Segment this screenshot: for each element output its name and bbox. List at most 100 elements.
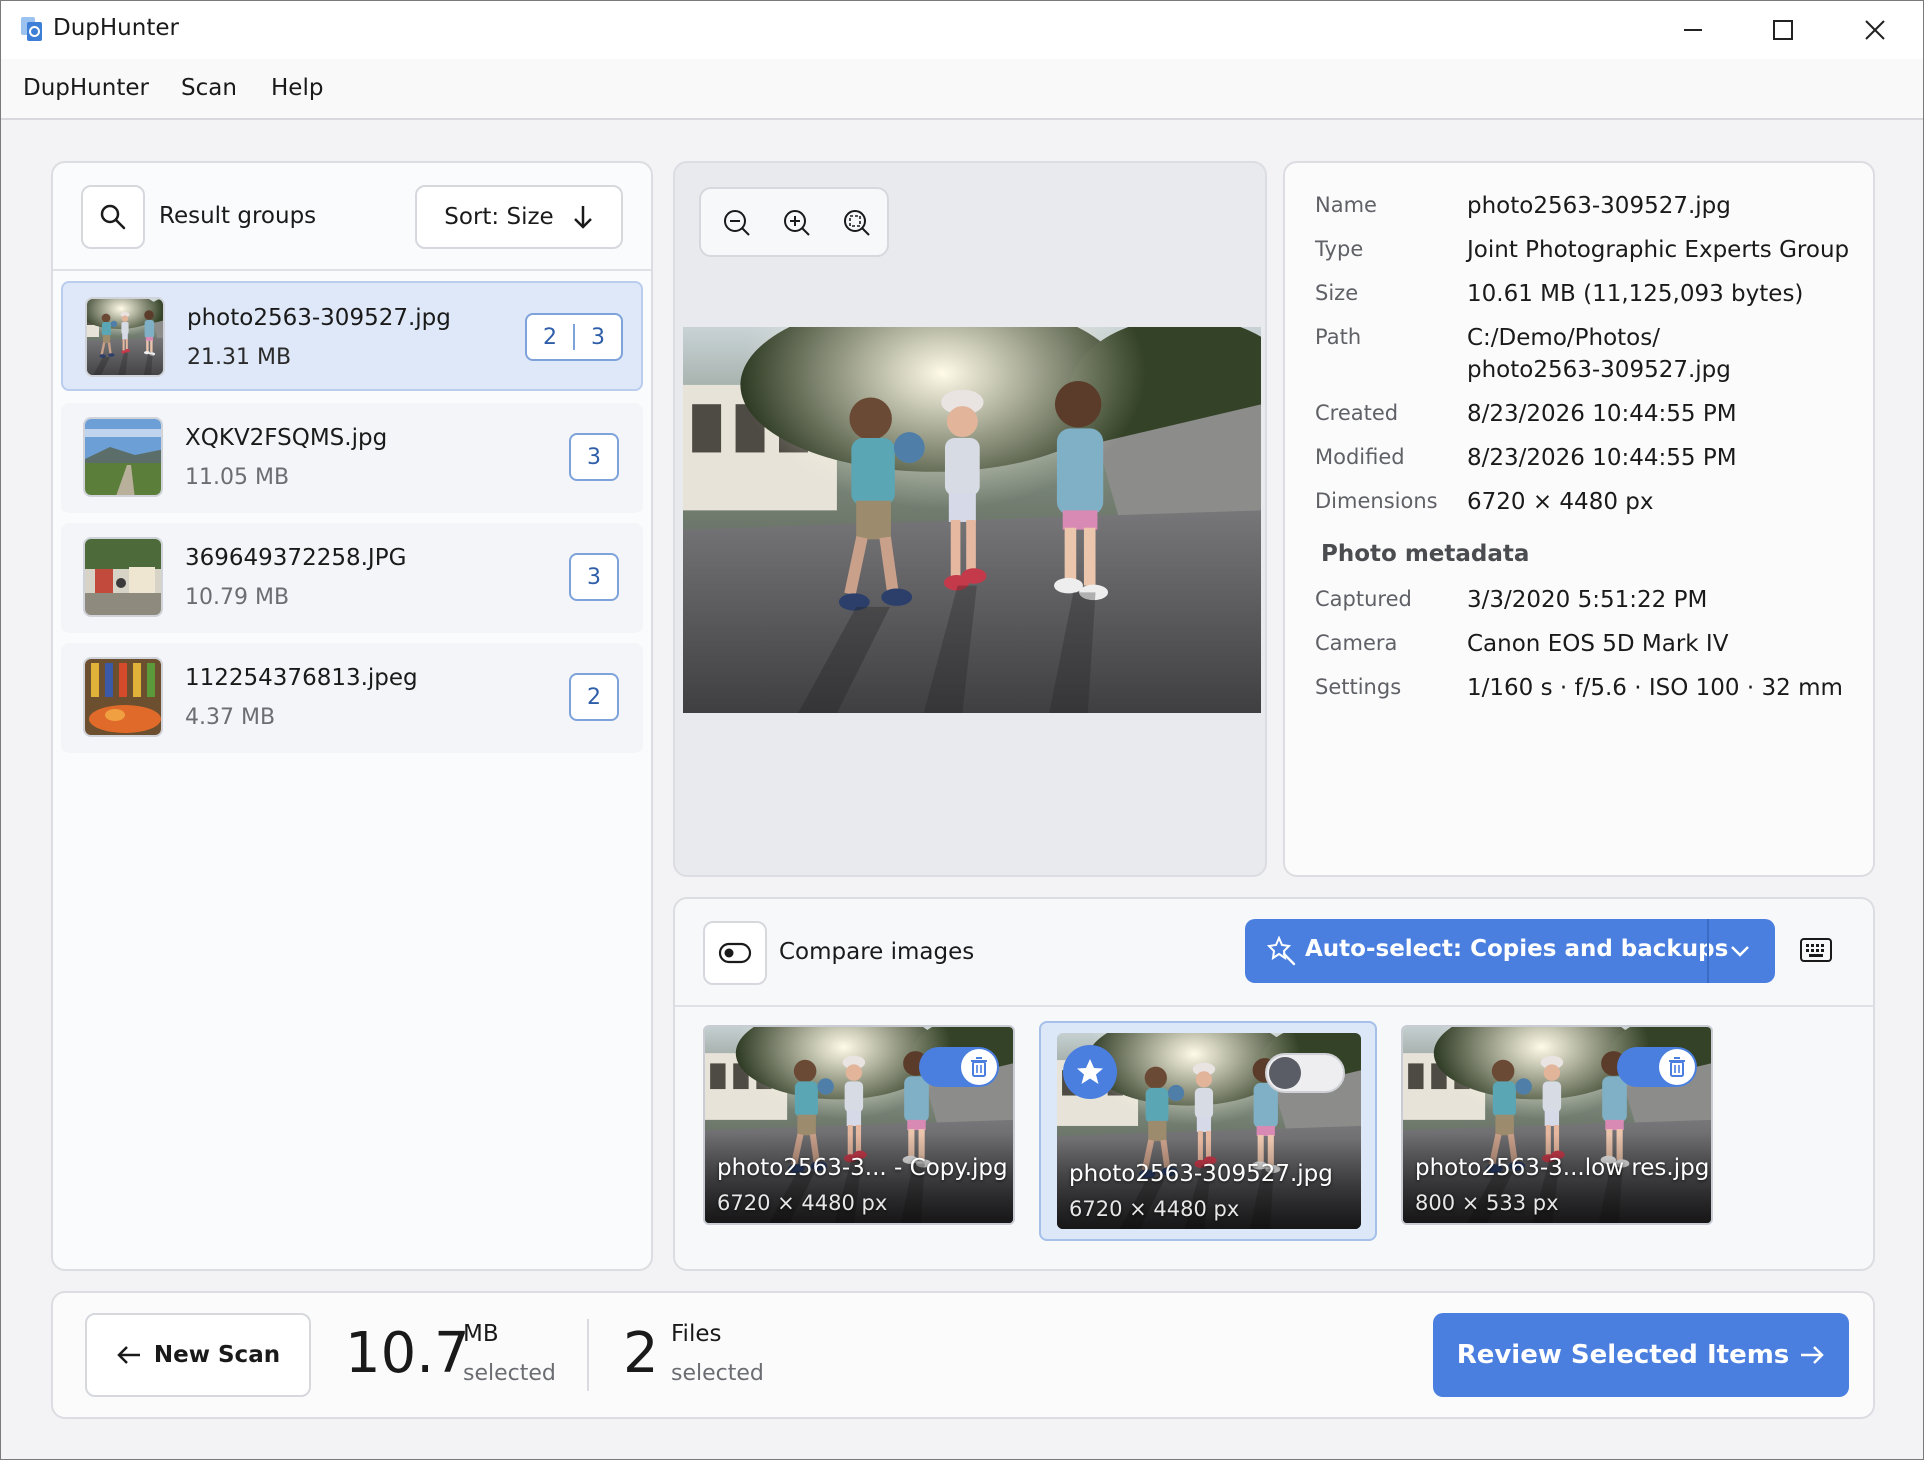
result-name: 369649372258.JPG — [185, 545, 407, 571]
toggle-off-icon — [718, 942, 752, 964]
zoom-toolbar — [699, 187, 889, 257]
street-thumbnail-icon — [85, 539, 161, 615]
photo-preview-icon — [683, 327, 1261, 713]
mark-toggle-on[interactable] — [919, 1047, 999, 1087]
result-size: 4.37 MB — [185, 705, 276, 730]
menu-help[interactable]: Help — [271, 75, 323, 101]
info-value-dimensions: 6720 × 4480 px — [1467, 489, 1654, 515]
search-button[interactable] — [81, 185, 145, 249]
info-value-modified: 8/23/2026 10:44:55 PM — [1467, 445, 1737, 471]
menu-duphunter[interactable]: DupHunter — [23, 75, 149, 101]
result-row[interactable]: 112254376813.jpeg 4.37 MB 2 — [61, 643, 643, 753]
info-value-camera: Canon EOS 5D Mark IV — [1467, 631, 1729, 657]
landscape-thumbnail-icon — [85, 419, 161, 495]
card-image: photo2563-309527.jpg 6720 × 4480 px — [1057, 1033, 1361, 1229]
app-logo-icon — [21, 17, 42, 41]
compare-card[interactable]: photo2563-3...low res.jpg 800 × 533 px — [1401, 1025, 1713, 1225]
badge-count-b: 3 — [587, 444, 601, 470]
card-dimensions: 6720 × 4480 px — [1069, 1197, 1240, 1221]
thumbnail — [83, 657, 163, 737]
image-preview[interactable] — [683, 327, 1261, 713]
result-row[interactable]: XQKV2FSQMS.jpg 11.05 MB 3 — [61, 403, 643, 513]
title-bar: DupHunter — [1, 1, 1923, 59]
star-icon — [1077, 1059, 1103, 1084]
card-image: photo2563-3...low res.jpg 800 × 533 px — [1401, 1025, 1713, 1225]
info-label-type: Type — [1315, 237, 1364, 261]
zoom-in-icon[interactable] — [779, 205, 815, 241]
result-row[interactable]: photo2563-309527.jpg 21.31 MB 2 3 — [61, 281, 643, 391]
info-label-dimensions: Dimensions — [1315, 489, 1438, 513]
arrow-right-icon — [1801, 1346, 1825, 1364]
compare-toggle-button[interactable] — [703, 921, 767, 985]
compare-card-selected[interactable]: photo2563-309527.jpg 6720 × 4480 px — [1039, 1021, 1377, 1241]
info-label-path: Path — [1315, 325, 1362, 349]
badge-count-b: 3 — [591, 324, 605, 350]
sort-button[interactable]: Sort: Size — [415, 185, 623, 249]
window-title: DupHunter — [53, 15, 179, 41]
mark-toggle-off[interactable] — [1265, 1053, 1345, 1093]
review-selected-label: Review Selected Items — [1456, 1340, 1790, 1370]
maximize-button[interactable] — [1737, 1, 1829, 59]
badge-count-a: 2 — [543, 324, 557, 350]
app-window: DupHunter DupHunter Scan Help Result gro… — [0, 0, 1924, 1460]
keyboard-icon[interactable] — [1799, 937, 1833, 963]
info-label-camera: Camera — [1315, 631, 1398, 655]
divider — [53, 269, 651, 271]
menu-bar: DupHunter Scan Help — [1, 59, 1923, 120]
thumbnail — [85, 297, 165, 377]
info-value-name: photo2563-309527.jpg — [1467, 193, 1731, 219]
new-scan-label: New Scan — [153, 1342, 281, 1368]
info-label-size: Size — [1315, 281, 1359, 305]
badge-count-b: 3 — [587, 564, 601, 590]
count-badge: 3 — [569, 553, 619, 601]
selected-files-value: 2 — [623, 1321, 659, 1386]
footer-bar: New Scan 10.7 MB selected 2 Files select… — [51, 1291, 1875, 1419]
info-value-created: 8/23/2026 10:44:55 PM — [1467, 401, 1737, 427]
card-name: photo2563-3...low res.jpg — [1415, 1155, 1710, 1181]
magic-wand-icon — [1267, 936, 1296, 966]
close-button[interactable] — [1829, 1, 1921, 59]
info-label-name: Name — [1315, 193, 1377, 217]
card-image: photo2563-3... - Copy.jpg 6720 × 4480 px — [703, 1025, 1015, 1225]
chevron-down-icon[interactable] — [1729, 941, 1751, 961]
new-scan-button[interactable]: New Scan — [85, 1313, 311, 1397]
auto-select-button[interactable]: Auto-select: Copies and backups — [1245, 919, 1775, 983]
menu-scan[interactable]: Scan — [181, 75, 237, 101]
file-info-panel: Name photo2563-309527.jpg Type Joint Pho… — [1283, 161, 1875, 877]
minimize-button[interactable] — [1647, 1, 1739, 59]
result-groups-panel: Result groups Sort: Size photo2563-30952… — [51, 161, 653, 1271]
result-size: 11.05 MB — [185, 465, 290, 490]
result-row[interactable]: 369649372258.JPG 10.79 MB 3 — [61, 523, 643, 633]
review-selected-button[interactable]: Review Selected Items — [1433, 1313, 1849, 1397]
info-value-type: Joint Photographic Experts Group — [1467, 237, 1850, 263]
mark-toggle-on[interactable] — [1617, 1047, 1697, 1087]
result-groups-title: Result groups — [159, 203, 317, 229]
selected-files-caption: selected — [671, 1361, 764, 1386]
info-label-created: Created — [1315, 401, 1399, 425]
info-value-path-file: photo2563-309527.jpg — [1467, 357, 1731, 383]
divider — [675, 1005, 1873, 1007]
card-name: photo2563-3... - Copy.jpg — [717, 1155, 1008, 1181]
card-name: photo2563-309527.jpg — [1069, 1161, 1333, 1187]
compare-card[interactable]: photo2563-3... - Copy.jpg 6720 × 4480 px — [703, 1025, 1015, 1225]
count-badge: 3 — [569, 433, 619, 481]
count-badge: 2 3 — [525, 313, 623, 361]
compare-panel: Compare images Auto-select: Copies and b… — [673, 897, 1875, 1271]
selected-files-unit: Files — [671, 1321, 722, 1347]
minimize-icon — [1684, 29, 1702, 31]
photo-thumbnail-icon — [87, 299, 163, 375]
badge-count-b: 2 — [587, 684, 601, 710]
preview-panel — [673, 161, 1267, 877]
search-icon — [100, 204, 126, 230]
zoom-fit-icon[interactable] — [839, 205, 875, 241]
arrow-left-icon — [117, 1346, 140, 1364]
arrow-down-icon — [573, 206, 592, 229]
info-label-settings: Settings — [1315, 675, 1402, 699]
selected-size-value: 10.7 — [345, 1321, 470, 1386]
photo-metadata-heading: Photo metadata — [1321, 541, 1530, 567]
selected-size-caption: selected — [463, 1361, 556, 1386]
info-value-size: 10.61 MB (11,125,093 bytes) — [1467, 281, 1804, 307]
zoom-out-icon[interactable] — [719, 205, 755, 241]
card-dimensions: 800 × 533 px — [1415, 1191, 1559, 1215]
info-label-modified: Modified — [1315, 445, 1405, 469]
